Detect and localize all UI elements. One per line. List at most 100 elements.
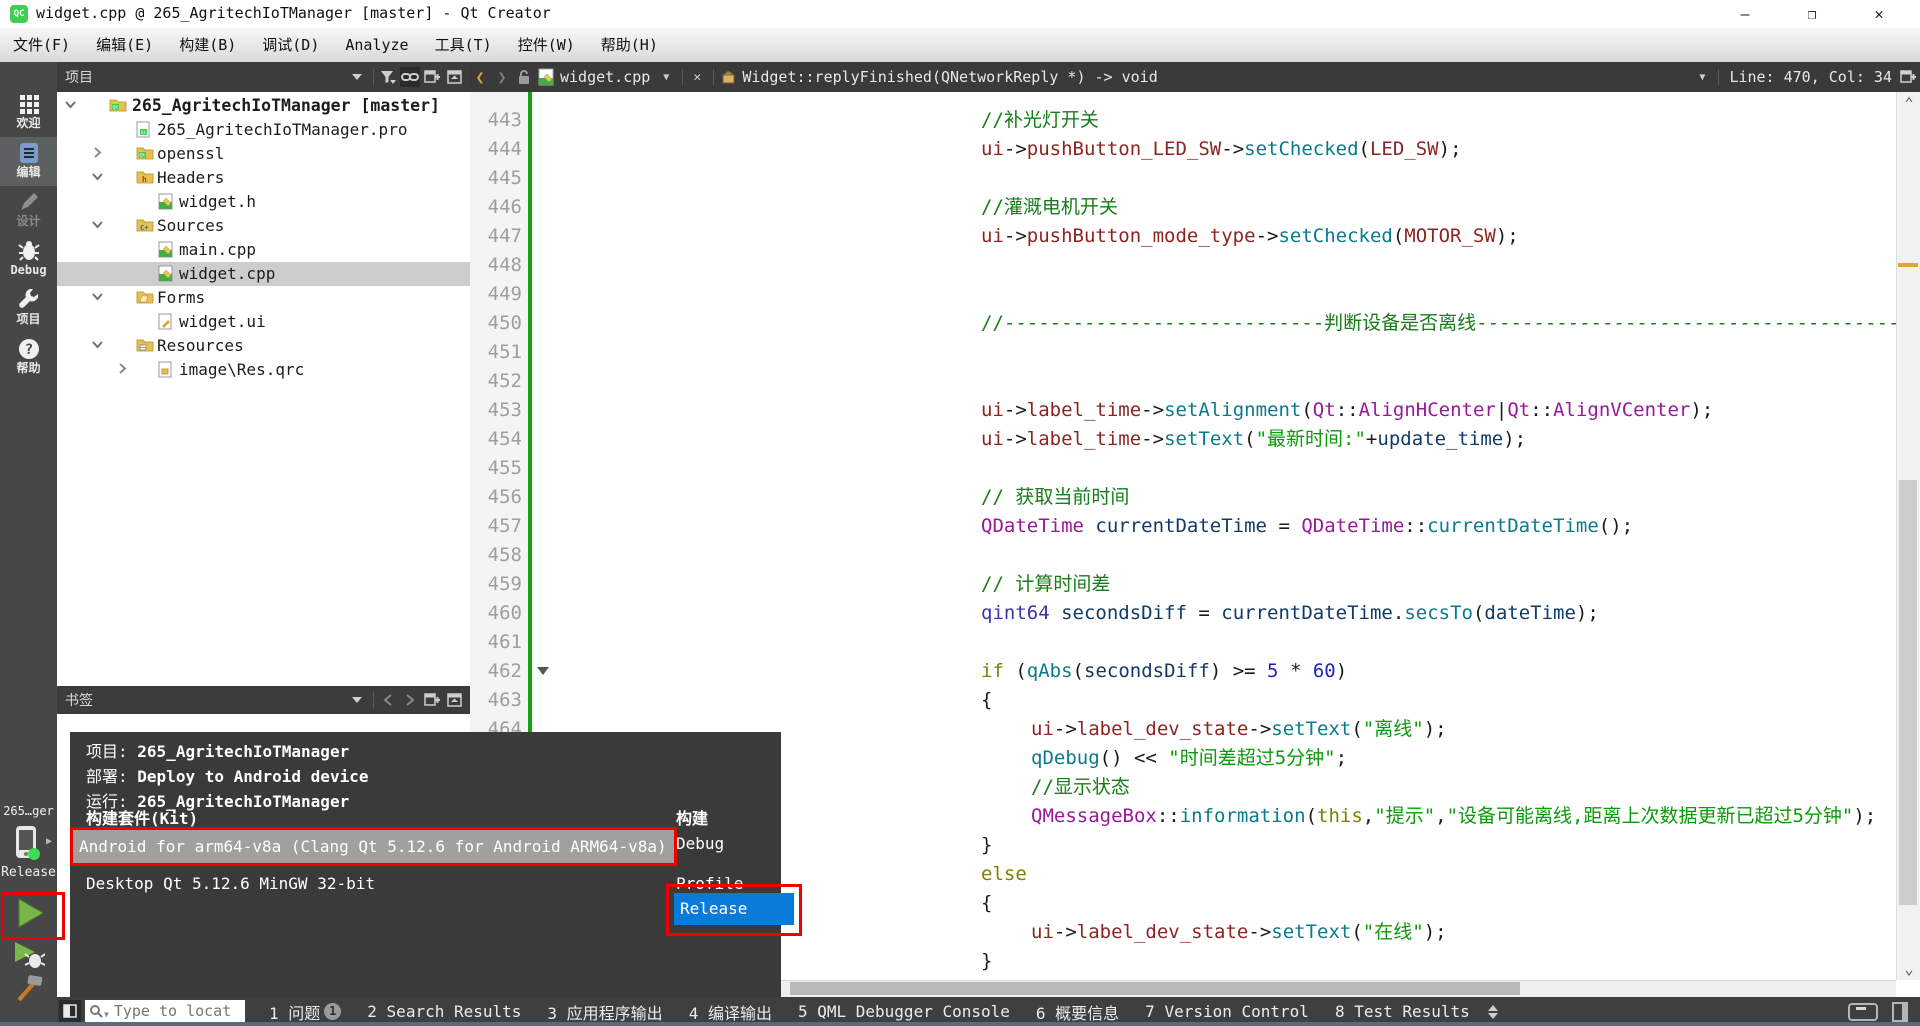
- dropdown-icon[interactable]: [347, 67, 367, 87]
- chevron-down-icon[interactable]: [65, 99, 77, 111]
- locator-input[interactable]: [112, 1001, 234, 1021]
- debug-run-icon[interactable]: [11, 940, 45, 970]
- output-pane-4[interactable]: 4 编译输出: [689, 1000, 772, 1024]
- collapse-icon[interactable]: [444, 67, 464, 87]
- current-symbol[interactable]: Widget::replyFinished(QNetworkReply *) -…: [742, 68, 1157, 86]
- tree-item-widget.ui[interactable]: widget.ui: [57, 310, 470, 334]
- horizontal-scrollbar-thumb[interactable]: [790, 982, 1520, 995]
- split-new-icon[interactable]: [422, 67, 442, 87]
- hammer-icon[interactable]: [11, 972, 45, 1006]
- scroll-down-icon[interactable]: ⌄: [1897, 960, 1920, 978]
- line-number[interactable]: 462: [488, 657, 522, 686]
- output-pane-3[interactable]: 3 应用程序输出: [547, 1000, 662, 1024]
- line-number[interactable]: 454: [488, 425, 522, 454]
- split-new-icon[interactable]: [1898, 67, 1918, 87]
- chevron-right-icon[interactable]: [92, 147, 104, 159]
- chevron-down-icon[interactable]: [92, 219, 104, 231]
- line-number[interactable]: 460: [488, 599, 522, 628]
- kit-option-desktop[interactable]: Desktop Qt 5.12.6 MinGW 32-bit: [86, 872, 375, 896]
- line-number[interactable]: 452: [488, 367, 522, 396]
- tree-item-265-agritechiotmanager.pro[interactable]: Qt265_AgritechIoTManager.pro: [57, 118, 470, 142]
- line-number[interactable]: 456: [488, 483, 522, 512]
- tree-item-265-agritechiotmanager-master-[interactable]: Qt265_AgritechIoTManager [master]: [57, 94, 470, 118]
- back-icon[interactable]: [378, 690, 398, 710]
- filter-icon[interactable]: [378, 67, 398, 87]
- vertical-scrollbar-thumb[interactable]: [1899, 480, 1917, 905]
- forward-icon[interactable]: [400, 690, 420, 710]
- line-number[interactable]: 446: [488, 193, 522, 222]
- chevron-down-icon[interactable]: [92, 171, 104, 183]
- line-number[interactable]: 448: [488, 251, 522, 280]
- build-config-release[interactable]: Release: [674, 893, 794, 925]
- minimize-button[interactable]: —: [1712, 0, 1778, 28]
- mode-编辑[interactable]: 编辑: [0, 137, 57, 186]
- kit-option-android[interactable]: Android for arm64-v8a (Clang Qt 5.12.6 f…: [70, 827, 677, 866]
- menu-编辑e[interactable]: 编辑(E): [83, 28, 166, 62]
- output-pane-2[interactable]: 2 Search Results: [367, 1002, 521, 1021]
- android-device-icon[interactable]: ▶: [12, 824, 42, 862]
- tree-item-main.cpp[interactable]: main.cpp: [57, 238, 470, 262]
- line-number[interactable]: 443: [488, 106, 522, 135]
- locator-box[interactable]: ▼: [85, 1000, 245, 1022]
- line-number[interactable]: 451: [488, 338, 522, 367]
- build-config-debug[interactable]: Debug: [676, 832, 724, 856]
- output-pane-6[interactable]: 6 概要信息: [1036, 1000, 1119, 1024]
- line-number[interactable]: 455: [488, 454, 522, 483]
- fold-marker-icon[interactable]: [537, 667, 549, 675]
- output-pane-arrows-icon[interactable]: [1488, 1005, 1498, 1019]
- menu-控件w[interactable]: 控件(W): [505, 28, 588, 62]
- forward-icon[interactable]: ❯: [492, 67, 512, 87]
- tree-item-widget.cpp[interactable]: widget.cpp: [57, 262, 470, 286]
- tree-item-openssl[interactable]: Qtopenssl: [57, 142, 470, 166]
- link-editor-icon[interactable]: [400, 67, 420, 87]
- tree-item-resources[interactable]: Resources: [57, 334, 470, 358]
- menu-analyze[interactable]: Analyze: [332, 28, 421, 62]
- menu-构建b[interactable]: 构建(B): [166, 28, 249, 62]
- line-number[interactable]: 461: [488, 628, 522, 657]
- chevron-down-icon[interactable]: ▼: [1692, 67, 1712, 87]
- mode-欢迎[interactable]: 欢迎: [0, 88, 57, 137]
- output-pane-5[interactable]: 5 QML Debugger Console: [798, 1002, 1010, 1021]
- split-new-icon[interactable]: [422, 690, 442, 710]
- tree-item-forms[interactable]: Forms: [57, 286, 470, 310]
- line-number[interactable]: 457: [488, 512, 522, 541]
- line-number[interactable]: 444: [488, 135, 522, 164]
- mode-帮助[interactable]: ?帮助: [0, 333, 57, 382]
- scroll-up-icon[interactable]: ⌃: [1897, 94, 1920, 112]
- tree-item-headers[interactable]: hHeaders: [57, 166, 470, 190]
- close-document-icon[interactable]: ✕: [687, 67, 707, 87]
- line-number[interactable]: 447: [488, 222, 522, 251]
- chevron-down-icon[interactable]: [92, 291, 104, 303]
- dropdown-icon[interactable]: [347, 690, 367, 710]
- maximize-button[interactable]: ❐: [1779, 0, 1845, 28]
- open-file-name[interactable]: widget.cpp: [560, 68, 650, 86]
- line-number[interactable]: 463: [488, 686, 522, 715]
- tree-item-sources[interactable]: C+Sources: [57, 214, 470, 238]
- right-panel-icon[interactable]: [1892, 1002, 1908, 1022]
- menu-调试d[interactable]: 调试(D): [249, 28, 332, 62]
- mode-debug[interactable]: Debug: [0, 235, 57, 284]
- output-pane-8[interactable]: 8 Test Results: [1335, 1002, 1470, 1021]
- line-number[interactable]: 450: [488, 309, 522, 338]
- line-number[interactable]: 458: [488, 541, 522, 570]
- collapse-icon[interactable]: [444, 690, 464, 710]
- sidebar-toggle-icon[interactable]: [59, 1000, 81, 1022]
- chevron-down-icon[interactable]: ▼: [656, 67, 676, 87]
- back-icon[interactable]: ❮: [470, 67, 490, 87]
- line-number[interactable]: 449: [488, 280, 522, 309]
- output-pane-7[interactable]: 7 Version Control: [1145, 1002, 1309, 1021]
- close-button[interactable]: ✕: [1846, 0, 1912, 28]
- menu-工具t[interactable]: 工具(T): [422, 28, 505, 62]
- tree-item-widget.h[interactable]: widget.h: [57, 190, 470, 214]
- chevron-down-icon[interactable]: [92, 339, 104, 351]
- mode-项目[interactable]: 项目: [0, 284, 57, 333]
- line-number[interactable]: 445: [488, 164, 522, 193]
- line-number[interactable]: 453: [488, 396, 522, 425]
- search-dropdown-icon[interactable]: ▼: [104, 1010, 109, 1019]
- line-number[interactable]: 459: [488, 570, 522, 599]
- menu-帮助h[interactable]: 帮助(H): [588, 28, 671, 62]
- chevron-right-icon[interactable]: [117, 363, 129, 375]
- output-pane-1[interactable]: 1 问题1: [269, 1000, 341, 1024]
- tree-item-image-res.qrc[interactable]: image\Res.qrc: [57, 358, 470, 382]
- menu-文件f[interactable]: 文件(F): [0, 28, 83, 62]
